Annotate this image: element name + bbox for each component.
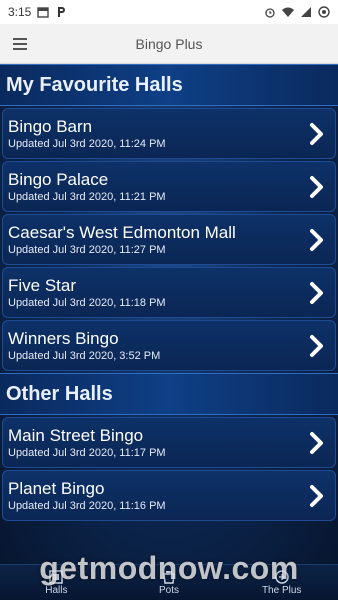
hall-text: Winners Bingo Updated Jul 3rd 2020, 3:52 …: [8, 328, 160, 363]
menu-button[interactable]: [0, 24, 40, 64]
hall-updated: Updated Jul 3rd 2020, 11:21 PM: [8, 191, 166, 203]
hall-name: Bingo Barn: [8, 117, 93, 136]
hall-row[interactable]: Bingo Barn Updated Jul 3rd 2020, 11:24 PM: [2, 108, 336, 159]
hall-updated: Updated Jul 3rd 2020, 3:52 PM: [8, 350, 161, 362]
signal-icon: [301, 7, 311, 17]
wifi-icon: [282, 7, 294, 17]
hall-name: Main Street Bingo: [8, 426, 144, 445]
hall-updated: Updated Jul 3rd 2020, 11:16 PM: [8, 500, 166, 512]
section-title: My Favourite Halls: [6, 73, 183, 96]
hamburger-icon: [13, 37, 27, 50]
hall-name: Bingo Palace: [8, 170, 109, 189]
other-halls-header: Other Halls: [0, 373, 338, 415]
hall-row[interactable]: Five Star Updated Jul 3rd 2020, 11:18 PM: [2, 267, 336, 318]
status-right: [264, 6, 330, 18]
status-left: 3:15: [8, 5, 67, 19]
status-bar: 3:15: [0, 0, 338, 24]
bottom-nav: Halls Pots The Plus: [0, 564, 338, 600]
alarm-icon: [265, 8, 275, 18]
section-title: Other Halls: [6, 382, 113, 405]
hall-updated: Updated Jul 3rd 2020, 11:17 PM: [8, 447, 166, 459]
nav-label: The Plus: [261, 584, 302, 596]
hall-name: Planet Bingo: [8, 479, 105, 498]
hall-row[interactable]: Bingo Palace Updated Jul 3rd 2020, 11:21 …: [2, 161, 336, 212]
chevron-right-icon: [310, 334, 323, 357]
chevron-right-icon: [310, 281, 323, 304]
other-halls-list: Main Street Bingo Updated Jul 3rd 2020, 1…: [0, 417, 338, 521]
hall-text: Five Star Updated Jul 3rd 2020, 11:18 PM: [8, 275, 166, 310]
favourites-list: Bingo Barn Updated Jul 3rd 2020, 11:24 PM…: [0, 108, 338, 371]
hall-updated: Updated Jul 3rd 2020, 11:27 PM: [8, 244, 166, 256]
hall-row[interactable]: Winners Bingo Updated Jul 3rd 2020, 3:52 …: [2, 320, 336, 371]
nav-label: Halls: [45, 584, 68, 596]
nav-the-plus[interactable]: The Plus: [225, 565, 338, 600]
hall-text: Main Street Bingo Updated Jul 3rd 2020, 1…: [8, 425, 166, 460]
hall-list[interactable]: My Favourite Halls Bingo Barn Updated Jul…: [0, 64, 338, 564]
hall-row[interactable]: Caesar's West Edmonton Mall Updated Jul 3…: [2, 214, 336, 265]
calendar-icon: [37, 7, 50, 18]
battery-icon: [318, 6, 330, 18]
hall-updated: Updated Jul 3rd 2020, 11:18 PM: [8, 297, 166, 309]
hall-text: Bingo Palace Updated Jul 3rd 2020, 11:21 …: [8, 169, 166, 204]
favourites-header: My Favourite Halls: [0, 64, 338, 106]
chevron-right-icon: [310, 175, 323, 198]
hall-updated: Updated Jul 3rd 2020, 11:24 PM: [8, 138, 166, 150]
chevron-right-icon: [310, 484, 323, 507]
chevron-right-icon: [310, 122, 323, 145]
hall-text: Planet Bingo Updated Jul 3rd 2020, 11:16 …: [8, 478, 166, 513]
hall-text: Bingo Barn Updated Jul 3rd 2020, 11:24 PM: [8, 116, 166, 151]
status-time: 3:15: [8, 5, 32, 19]
nav-halls[interactable]: Halls: [0, 565, 113, 600]
hall-name: Caesar's West Edmonton Mall: [8, 223, 236, 242]
app-bar: Bingo Plus: [0, 24, 338, 64]
nav-pots[interactable]: Pots: [113, 565, 226, 600]
chevron-right-icon: [310, 431, 323, 454]
hall-row[interactable]: Planet Bingo Updated Jul 3rd 2020, 11:16 …: [2, 470, 336, 521]
hall-name: Five Star: [8, 276, 77, 295]
hall-row[interactable]: Main Street Bingo Updated Jul 3rd 2020, 1…: [2, 417, 336, 468]
plus-icon: [274, 569, 289, 584]
hall-name: Winners Bingo: [8, 329, 119, 348]
halls-icon: [49, 569, 64, 584]
nav-label: Pots: [159, 584, 180, 596]
chevron-right-icon: [310, 228, 323, 251]
hall-text: Caesar's West Edmonton Mall Updated Jul 3…: [8, 222, 236, 257]
pots-icon: [163, 570, 175, 584]
app-title: Bingo Plus: [135, 35, 203, 52]
p-icon: [58, 7, 66, 17]
